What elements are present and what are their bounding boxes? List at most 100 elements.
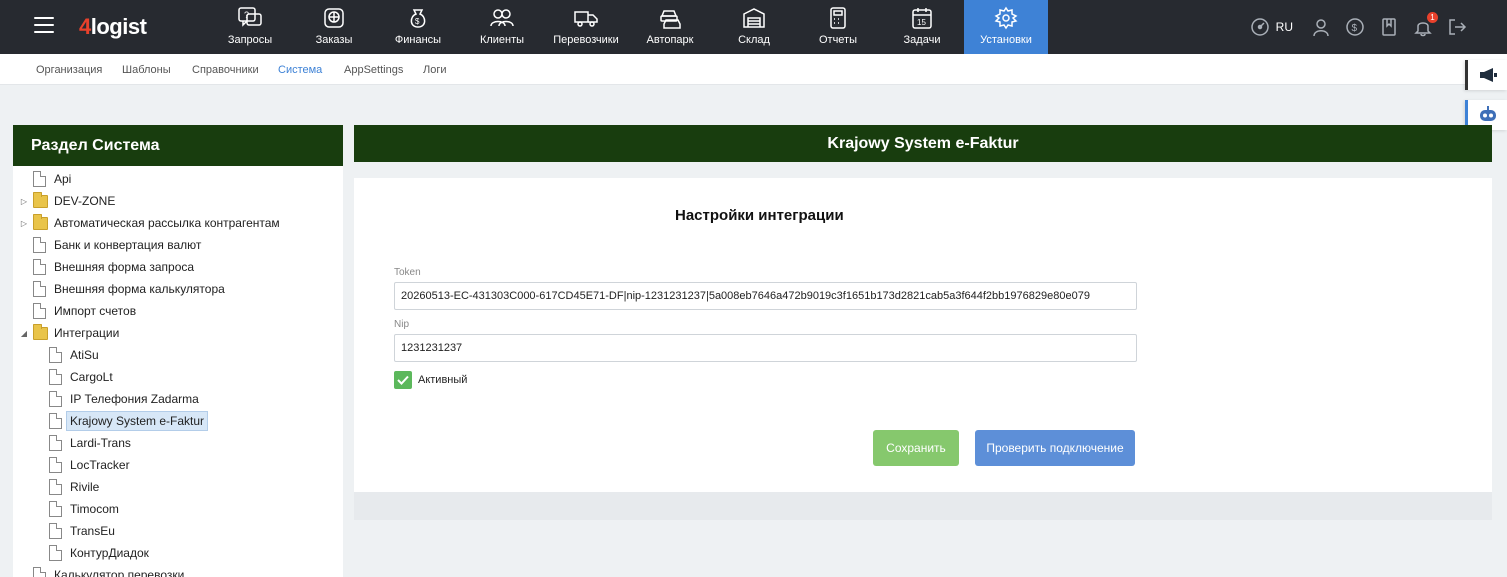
tree-item[interactable]: Калькулятор перевозки bbox=[19, 564, 184, 577]
subnav-logs[interactable]: Логи bbox=[423, 64, 447, 76]
document-icon bbox=[49, 413, 62, 429]
folder-icon bbox=[33, 213, 48, 230]
tree-item[interactable]: ◢ Интеграции bbox=[19, 322, 119, 344]
tree-item[interactable]: КонтурДиадок bbox=[35, 542, 149, 564]
tree-item-label: Внешняя форма запроса bbox=[54, 260, 195, 274]
svg-text:$: $ bbox=[415, 17, 420, 26]
globe-box-icon bbox=[324, 8, 344, 28]
nav-item-settings[interactable]: Установки bbox=[964, 0, 1048, 54]
nav-item-requests[interactable]: ? Запросы bbox=[208, 0, 292, 54]
tree-item[interactable]: Внешняя форма калькулятора bbox=[19, 278, 225, 300]
tree-item-label: TransEu bbox=[70, 524, 115, 538]
tree-item[interactable]: Krajowy System e-Faktur bbox=[35, 410, 209, 432]
expand-arrow-icon[interactable]: ▷ bbox=[19, 219, 29, 228]
nav-item-fleet[interactable]: Автопарк bbox=[628, 0, 712, 54]
tree-item[interactable]: Банк и конвертация валют bbox=[19, 234, 201, 256]
tree-item[interactable]: Api bbox=[19, 168, 71, 190]
dollar-icon[interactable]: $ bbox=[1345, 17, 1365, 37]
tree-item[interactable]: CargoLt bbox=[35, 366, 113, 388]
tree-item[interactable]: AtiSu bbox=[35, 344, 99, 366]
logo-number: 4 bbox=[79, 14, 91, 39]
hamburger-menu-icon[interactable] bbox=[34, 17, 54, 35]
nav-item-reports[interactable]: Отчеты bbox=[796, 0, 880, 54]
user-icon[interactable] bbox=[1311, 17, 1331, 37]
speedometer-icon[interactable] bbox=[1250, 17, 1270, 37]
tree-item[interactable]: ▷ Автоматическая рассылка контрагентам bbox=[19, 212, 280, 234]
nav-label: Перевозчики bbox=[553, 34, 619, 46]
tree-item-label: Krajowy System e-Faktur bbox=[66, 411, 209, 431]
nav-label: Задачи bbox=[903, 34, 941, 46]
document-icon bbox=[49, 523, 62, 539]
bookmark-icon[interactable] bbox=[1379, 17, 1399, 37]
token-input[interactable] bbox=[394, 282, 1137, 310]
subnav-templates[interactable]: Шаблоны bbox=[122, 64, 171, 76]
document-icon bbox=[49, 501, 62, 517]
subnav-organization[interactable]: Организация bbox=[36, 64, 102, 76]
tree-item-label: Rivile bbox=[70, 480, 100, 494]
form-title: Настройки интеграции bbox=[675, 207, 844, 224]
document-icon bbox=[49, 479, 62, 495]
active-checkbox[interactable]: Активный bbox=[394, 371, 467, 389]
sub-navbar: Организация Шаблоны Справочники Система … bbox=[0, 54, 1507, 85]
announcements-button[interactable] bbox=[1465, 60, 1507, 90]
nav-item-carriers[interactable]: Перевозчики bbox=[544, 0, 628, 54]
main-nav: ? Запросы Заказы $ Финансы Клиенты Перев… bbox=[208, 0, 1048, 54]
nav-item-warehouse[interactable]: Склад bbox=[712, 0, 796, 54]
nav-label: Запросы bbox=[227, 34, 273, 46]
tree-item[interactable]: TransEu bbox=[35, 520, 115, 542]
tree-item[interactable]: Lardi-Trans bbox=[35, 432, 131, 454]
nav-item-orders[interactable]: Заказы bbox=[292, 0, 376, 54]
top-navbar: 4logist ? Запросы Заказы $ Финансы Клиен… bbox=[0, 0, 1507, 54]
language-selector[interactable]: RU bbox=[1276, 20, 1293, 34]
nav-label: Финансы bbox=[394, 34, 442, 46]
subnav-appsettings[interactable]: AppSettings bbox=[344, 64, 403, 76]
integration-form: Настройки интеграции Token Nip Активный … bbox=[354, 178, 1492, 492]
tree-item[interactable]: LocTracker bbox=[35, 454, 130, 476]
svg-text:15: 15 bbox=[917, 18, 926, 27]
folder-icon bbox=[33, 323, 48, 340]
bell-icon[interactable]: 1 bbox=[1413, 12, 1438, 37]
cars-icon bbox=[660, 10, 681, 29]
document-icon bbox=[49, 391, 62, 407]
active-label: Активный bbox=[418, 374, 468, 386]
collapse-arrow-icon[interactable]: ◢ bbox=[19, 329, 29, 338]
expand-arrow-icon[interactable]: ▷ bbox=[19, 197, 29, 206]
tree-item-label: Интеграции bbox=[54, 326, 120, 340]
logo[interactable]: 4logist bbox=[79, 14, 147, 40]
nav-item-tasks[interactable]: 15 Задачи bbox=[880, 0, 964, 54]
logout-icon[interactable] bbox=[1447, 17, 1467, 37]
nav-label: Заказы bbox=[315, 34, 353, 46]
checkmark-icon[interactable] bbox=[394, 371, 412, 389]
truck-icon bbox=[574, 11, 598, 27]
document-icon bbox=[33, 303, 46, 319]
robot-icon bbox=[1479, 106, 1496, 121]
check-connection-button[interactable]: Проверить подключение bbox=[975, 430, 1135, 466]
nip-label: Nip bbox=[394, 319, 410, 330]
svg-text:$: $ bbox=[1352, 23, 1358, 34]
save-button[interactable]: Сохранить bbox=[873, 430, 959, 466]
tree-item-label: Api bbox=[54, 172, 72, 186]
tree-item[interactable]: ▷ DEV-ZONE bbox=[19, 190, 115, 212]
tree-item[interactable]: Внешняя форма запроса bbox=[19, 256, 194, 278]
nav-item-clients[interactable]: Клиенты bbox=[460, 0, 544, 54]
subnav-system[interactable]: Система bbox=[278, 64, 322, 76]
tree-item-label: Внешняя форма калькулятора bbox=[54, 282, 225, 296]
tree-item[interactable]: Timocom bbox=[35, 498, 119, 520]
subnav-references[interactable]: Справочники bbox=[192, 64, 259, 76]
nip-input[interactable] bbox=[394, 334, 1137, 362]
svg-text:?: ? bbox=[244, 10, 249, 20]
tree-item-label: CargoLt bbox=[70, 370, 113, 384]
tree-item[interactable]: IP Телефония Zadarma bbox=[35, 388, 199, 410]
nav-label: Установки bbox=[980, 34, 1032, 46]
calendar-icon: 15 bbox=[912, 8, 932, 29]
tree-item-label: Lardi-Trans bbox=[70, 436, 131, 450]
tree-item[interactable]: Импорт счетов bbox=[19, 300, 136, 322]
document-icon bbox=[33, 237, 46, 253]
gear-icon bbox=[994, 6, 1018, 30]
system-section-panel: Раздел Система Api ▷ DEV-ZONE ▷ Автоматическ… bbox=[13, 125, 343, 577]
tree-item-label: Банк и конвертация валют bbox=[54, 238, 202, 252]
nav-item-finance[interactable]: $ Финансы bbox=[376, 0, 460, 54]
money-bag-icon: $ bbox=[410, 9, 426, 28]
document-icon bbox=[49, 457, 62, 473]
tree-item[interactable]: Rivile bbox=[35, 476, 99, 498]
